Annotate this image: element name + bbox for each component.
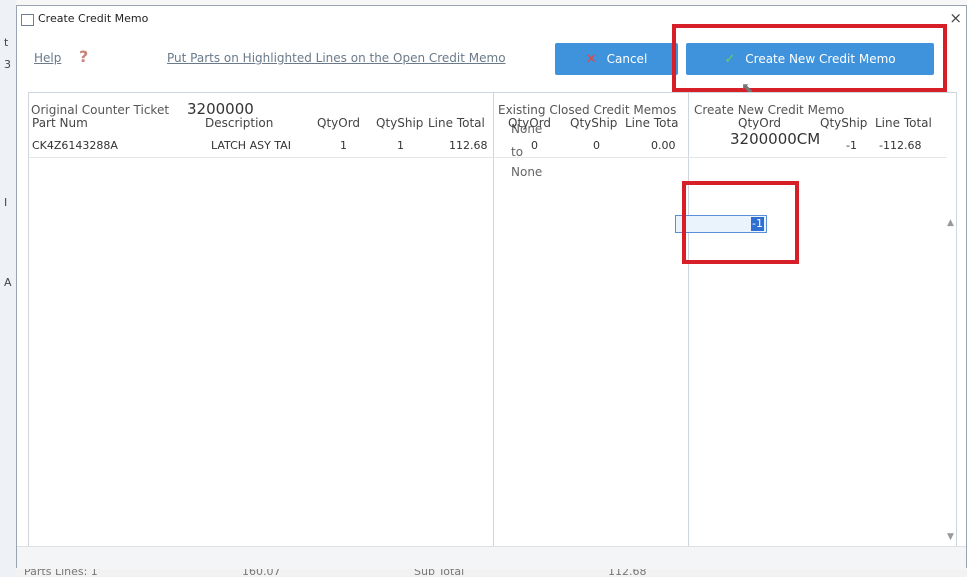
col-existing-line-total[interactable]: Line Tota [625, 116, 683, 130]
row-part-num: CK4Z6143288A [32, 139, 118, 152]
scroll-down-icon[interactable]: ▼ [947, 532, 954, 542]
col-qtyship[interactable]: QtyShip [376, 116, 423, 130]
row-divider [29, 157, 947, 158]
new-credit-memo-panel [688, 92, 957, 547]
question-icon[interactable]: ? [79, 47, 88, 66]
bg-glyph: I [4, 196, 8, 209]
row-existing-qtyship: 0 [593, 139, 600, 152]
original-ticket-panel [28, 92, 493, 547]
bg-subtotal-value: 112.68 [608, 568, 647, 577]
row-description: LATCH ASY TAI [211, 139, 291, 152]
vertical-scrollbar[interactable]: ▲ ▼ [946, 218, 957, 542]
cancel-button[interactable]: ✕ Cancel [555, 43, 678, 75]
bg-amount: 160.07 [242, 568, 281, 577]
background-app-edge: t 3 I A [0, 0, 16, 577]
put-parts-link[interactable]: Put Parts on Highlighted Lines on the Op… [167, 51, 506, 65]
existing-memos-label: Existing Closed Credit Memos [498, 103, 677, 117]
background-totals-strip: Parts Lines: 1 160.07 Sub Total 112.68 [16, 568, 967, 577]
highlight-box-qtyord [682, 181, 799, 264]
new-memo-number: 3200000CM [730, 130, 821, 148]
col-line-total[interactable]: Line Total [428, 116, 485, 130]
bg-parts-lines: Parts Lines: 1 [24, 568, 98, 577]
row-existing-line-total: 0.00 [651, 139, 676, 152]
col-qtyord[interactable]: QtyOrd [317, 116, 360, 130]
row-line-total: 112.68 [449, 139, 488, 152]
col-existing-qtyship[interactable]: QtyShip [570, 116, 617, 130]
col-part-num[interactable]: Part Num [32, 116, 88, 130]
scroll-up-icon[interactable]: ▲ [947, 218, 954, 228]
original-ticket-label: Original Counter Ticket [31, 103, 170, 117]
cancel-label: Cancel [606, 52, 648, 66]
row-existing-qtyord: 0 [531, 139, 538, 152]
dialog-title: Create Credit Memo [38, 12, 149, 25]
bg-glyph: t [4, 36, 9, 49]
row-qtyord: 1 [340, 139, 347, 152]
dialog-footer [17, 546, 966, 569]
col-existing-qtyord[interactable]: QtyOrd [508, 116, 551, 130]
bg-glyph: 3 [4, 58, 11, 71]
bg-glyph: A [4, 276, 12, 289]
close-icon[interactable]: × [949, 10, 962, 26]
col-new-line-total[interactable]: Line Total [875, 116, 932, 130]
create-credit-memo-dialog: Create Credit Memo × Help ? Put Parts on… [16, 5, 967, 569]
col-new-qtyord[interactable]: QtyOrd [738, 116, 781, 130]
help-link[interactable]: Help [34, 51, 61, 65]
window-icon [21, 14, 34, 26]
bg-subtotal-label: Sub Total [414, 568, 465, 577]
row-new-qtyship: -1 [846, 139, 857, 152]
col-new-qtyship[interactable]: QtyShip [820, 116, 867, 130]
col-description[interactable]: Description [205, 116, 273, 130]
row-qtyship: 1 [397, 139, 404, 152]
existing-credit-memos-panel [493, 92, 688, 547]
row-new-line-total: -112.68 [879, 139, 922, 152]
close-icon: ✕ [585, 51, 597, 67]
existing-range-to: None [511, 165, 543, 179]
highlight-box-create-button [672, 24, 947, 92]
new-memo-label: Create New Credit Memo [694, 103, 845, 117]
